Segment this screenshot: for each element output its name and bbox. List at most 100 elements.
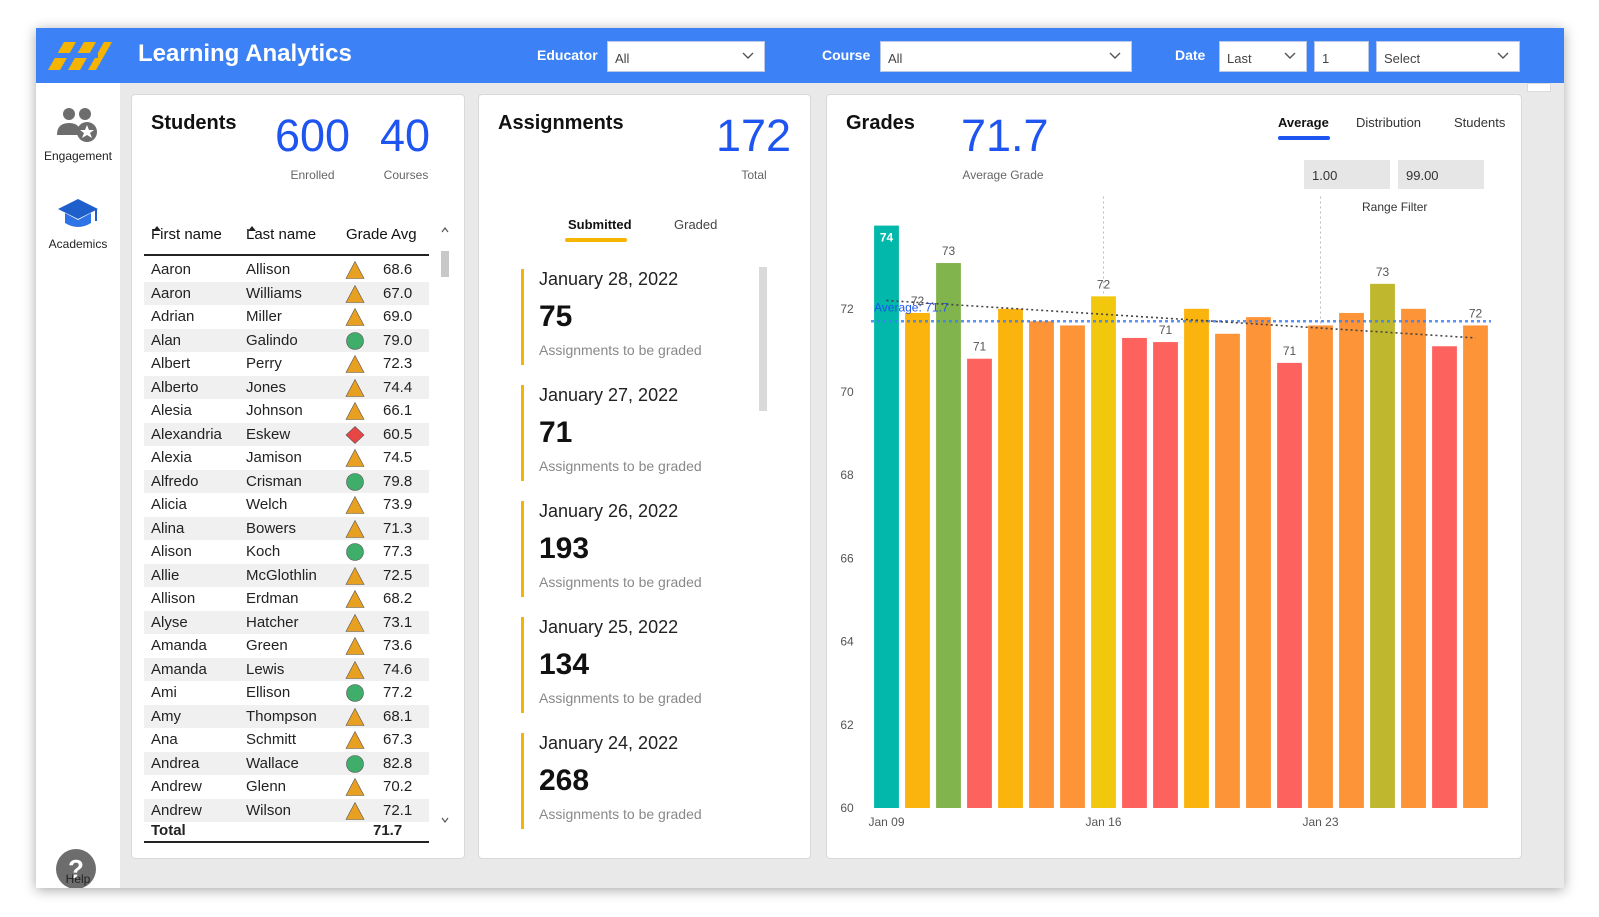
table-row[interactable]: Alyse Hatcher 73.1 xyxy=(144,610,429,634)
course-value: All xyxy=(888,51,903,66)
table-row[interactable]: Alexia Jamison 74.5 xyxy=(144,446,429,470)
last-name-cell: Glenn xyxy=(246,778,287,795)
status-triangle-icon xyxy=(345,660,365,679)
table-row[interactable]: Alesia Johnson 66.1 xyxy=(144,399,429,423)
scrollbar-thumb[interactable] xyxy=(441,251,449,277)
sidebar-item-label: Engagement xyxy=(43,149,113,163)
assignment-date-item[interactable]: January 24, 2022 268 Assignments to be gra… xyxy=(521,733,751,829)
people-icon xyxy=(57,108,97,142)
grade-avg-cell: 67.3 xyxy=(383,731,413,748)
y-tick-label: 60 xyxy=(840,801,854,815)
last-name-cell: Eskew xyxy=(246,425,291,443)
first-name-cell: Allie xyxy=(151,566,180,584)
data-label: 71 xyxy=(1283,344,1297,358)
first-name-cell: Alison xyxy=(151,543,192,560)
sort-asc-icon xyxy=(248,226,256,231)
date-mode-dropdown[interactable]: Last xyxy=(1219,41,1307,72)
course-dropdown[interactable]: All xyxy=(880,41,1132,72)
assignment-date-item[interactable]: January 26, 2022 193 Assignments to be gra… xyxy=(521,501,751,597)
table-row[interactable]: Alan Galindo 79.0 xyxy=(144,328,429,352)
y-tick-label: 66 xyxy=(840,551,854,565)
top-bar: Learning Analytics Educator All Course A… xyxy=(36,28,1564,83)
first-name-cell: Aaron xyxy=(151,261,192,278)
assignment-date-item[interactable]: January 25, 2022 134 Assignments to be gra… xyxy=(521,617,751,713)
table-row[interactable]: Alicia Welch 73.9 xyxy=(144,493,429,517)
tab-submitted[interactable]: Submitted xyxy=(568,217,632,232)
table-row[interactable]: Amanda Lewis 74.6 xyxy=(144,657,429,681)
assignments-scrollbar[interactable] xyxy=(759,267,767,411)
table-row[interactable]: Amy Thompson 68.1 xyxy=(144,704,429,728)
last-name-cell: Allison xyxy=(246,261,291,278)
chart-bar xyxy=(1277,362,1302,808)
table-row[interactable]: Andrew Wilson 72.1 xyxy=(144,798,429,822)
table-row[interactable]: Alison Koch 77.3 xyxy=(144,540,429,564)
last-name-cell: Williams xyxy=(246,284,302,302)
date-unit-dropdown[interactable]: Select xyxy=(1376,41,1520,72)
table-row[interactable]: Adrian Miller 69.0 xyxy=(144,305,429,329)
assignment-date-item[interactable]: January 27, 2022 71 Assignments to be grad… xyxy=(521,385,751,481)
column-header-last-name[interactable]: Last name xyxy=(246,226,316,243)
status-triangle-icon xyxy=(345,519,365,538)
table-row[interactable]: Andrea Wallace 82.8 xyxy=(144,751,429,775)
data-label: 71 xyxy=(1159,323,1173,337)
status-triangle-icon xyxy=(345,355,365,373)
chart-bar xyxy=(1432,346,1457,808)
grades-bar-chart: 60626466687072 Average: 71.77472737172717… xyxy=(840,196,1491,829)
column-header-first-name[interactable]: First name xyxy=(151,226,222,243)
grade-avg-cell: 79.0 xyxy=(383,331,413,349)
data-label: 71 xyxy=(973,340,987,354)
table-row[interactable]: Alberto Jones 74.4 xyxy=(144,375,429,399)
grades-card: Grades 71.7 Average Grade Average Distri… xyxy=(826,94,1522,859)
x-tick-label: Jan 16 xyxy=(1085,815,1121,829)
first-name-cell: Amanda xyxy=(151,637,207,654)
table-row[interactable]: Alina Bowers 71.3 xyxy=(144,516,429,540)
students-scrollbar[interactable] xyxy=(440,225,450,825)
table-row[interactable]: Alexandria Eskew 60.5 xyxy=(144,422,429,446)
table-row[interactable]: Allie McGlothlin 72.5 xyxy=(144,563,429,587)
last-name-cell: Welch xyxy=(246,496,288,513)
date-count-input[interactable]: 1 xyxy=(1314,41,1369,72)
table-row[interactable]: Ana Schmitt 67.3 xyxy=(144,728,429,752)
table-row[interactable]: Alfredo Crisman 79.8 xyxy=(144,469,429,493)
status-triangle-icon xyxy=(345,801,365,820)
educator-dropdown[interactable]: All xyxy=(607,41,765,72)
table-row[interactable]: Andrew Glenn 70.2 xyxy=(144,775,429,799)
grade-avg-cell: 72.5 xyxy=(383,566,413,584)
assignment-date-item[interactable]: January 28, 2022 75 Assignments to be grad… xyxy=(521,269,751,365)
column-header-grade-avg[interactable]: Grade Avg xyxy=(346,226,417,243)
chart-bar xyxy=(1370,283,1395,809)
chart-bar xyxy=(1060,325,1085,808)
assignments-total-value: 172 xyxy=(716,110,792,161)
status-triangle-icon xyxy=(345,637,365,655)
table-row[interactable]: Albert Perry 72.3 xyxy=(144,352,429,376)
table-row[interactable]: Allison Erdman 68.2 xyxy=(144,587,429,611)
last-name-cell: Erdman xyxy=(246,590,299,607)
date-count-value: 1 xyxy=(1322,51,1330,66)
scroll-down-icon xyxy=(441,817,449,823)
first-name-cell: Ami xyxy=(151,684,177,701)
first-name-cell: Amy xyxy=(151,707,181,725)
grade-avg-cell: 73.1 xyxy=(383,613,413,631)
tab-graded[interactable]: Graded xyxy=(674,217,717,232)
table-row[interactable]: Ami Ellison 77.2 xyxy=(144,681,429,705)
table-row[interactable]: Aaron Allison 68.6 xyxy=(144,258,429,282)
sidebar-item-academics[interactable]: Academics xyxy=(36,197,120,251)
first-name-cell: Alyse xyxy=(151,613,188,631)
sidebar: Engagement Academics ? Help xyxy=(36,83,120,888)
sidebar-item-engagement[interactable]: Engagement xyxy=(36,105,120,163)
status-triangle-icon xyxy=(345,308,365,326)
status-triangle-icon xyxy=(345,261,365,279)
data-label: 72 xyxy=(1469,306,1483,320)
grade-avg-cell: 73.9 xyxy=(383,496,413,513)
chart-bar xyxy=(1308,325,1333,808)
last-name-cell: Hatcher xyxy=(246,613,299,631)
assignment-count: 71 xyxy=(539,416,573,449)
chevron-down-icon xyxy=(1284,52,1296,59)
assignments-card: Assignments 172 Total Submitted Graded J… xyxy=(478,94,811,859)
status-triangle-icon xyxy=(345,590,365,608)
students-table-body: Aaron Allison 68.6 Aaron Williams 67.0 Adrian M… xyxy=(144,258,429,822)
status-triangle-icon xyxy=(345,449,365,467)
table-row[interactable]: Amanda Green 73.6 xyxy=(144,634,429,658)
table-row[interactable]: Aaron Williams 67.0 xyxy=(144,281,429,305)
chart-bar xyxy=(1122,337,1147,808)
